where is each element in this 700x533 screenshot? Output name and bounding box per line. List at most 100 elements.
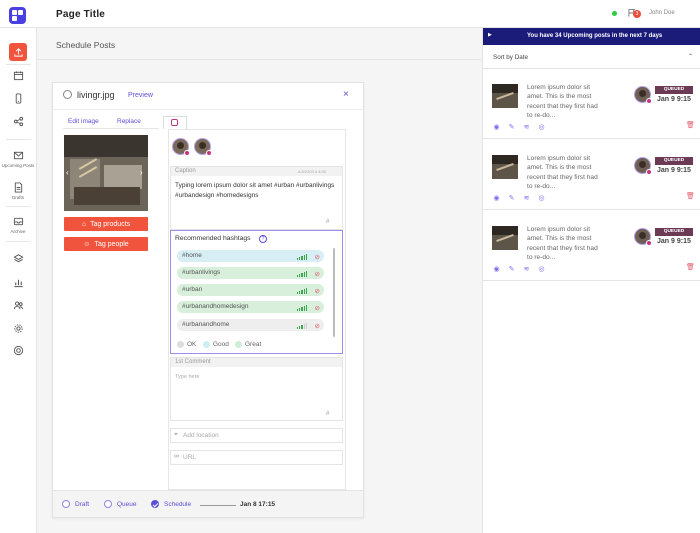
sidebar-label-drafts: Drafts <box>11 195 24 200</box>
account-avatar[interactable] <box>634 157 652 175</box>
sidebar-item-upload[interactable] <box>9 43 27 61</box>
divider <box>483 280 700 281</box>
caption-textarea[interactable]: Typing lorem ipsum dolor sit amet #urban… <box>175 181 339 201</box>
trash-icon[interactable]: 🗑 <box>686 121 695 129</box>
url-placeholder: URL <box>183 454 197 461</box>
schedule-label[interactable]: Schedule <box>164 501 191 508</box>
hashtag-icon[interactable]: # <box>326 411 329 417</box>
status-badge: QUEUED <box>655 157 693 165</box>
edit-icon[interactable]: ✎ <box>507 193 516 202</box>
hashtag-item[interactable]: #home ⊘ <box>177 250 324 262</box>
schedule-date[interactable]: Jan 8 17:15 <box>240 501 275 508</box>
sidebar-item-analytics[interactable] <box>9 273 27 291</box>
instagram-icon <box>171 119 178 126</box>
hashtag-icon[interactable]: # <box>326 219 329 225</box>
hashtag-item[interactable]: #urbanandhomedesign ⊘ <box>177 301 324 313</box>
status-badge: QUEUED <box>655 86 693 94</box>
queue-label[interactable]: Queue <box>117 501 137 508</box>
settings-icon[interactable]: ◎ <box>537 193 546 202</box>
hashtag-item[interactable]: #urban ⊘ <box>177 284 324 296</box>
dislike-icon[interactable]: ⊘ <box>315 286 320 298</box>
sidebar-item-drafts[interactable] <box>9 178 27 196</box>
queue-radio[interactable] <box>104 500 112 508</box>
sidebar-label-upcoming-posts: Upcoming Posts <box>1 163 35 168</box>
users-icon <box>13 301 23 309</box>
section-title: Schedule Posts <box>56 40 116 50</box>
prev-image-arrow[interactable]: ‹ <box>66 168 69 177</box>
tag-products-label: Tag products <box>90 220 131 228</box>
caption-counter: A 8/2200 # 4/30 <box>298 169 327 174</box>
hashtag-text: #urbanlivings <box>182 269 221 276</box>
sidebar-item-settings[interactable] <box>9 319 27 337</box>
account-avatar[interactable] <box>634 228 652 246</box>
dislike-icon[interactable]: ⊘ <box>315 269 320 281</box>
dislike-icon[interactable]: ⊘ <box>315 252 320 264</box>
tag-products-button[interactable]: ⌂ Tag products <box>64 217 148 231</box>
divider <box>53 109 363 110</box>
first-comment-input[interactable]: Type here <box>175 374 199 380</box>
settings-icon[interactable]: ◎ <box>537 122 546 131</box>
legend-great: Great <box>245 341 262 348</box>
legend-dot-great <box>235 341 242 348</box>
preview-link[interactable]: Preview <box>128 92 153 99</box>
edit-icon[interactable]: ✎ <box>507 264 516 273</box>
sidebar-item-mobile[interactable] <box>9 89 27 107</box>
notification-badge[interactable]: 3 <box>633 10 641 18</box>
dislike-icon[interactable]: ⊘ <box>315 303 320 315</box>
hashtag-strength-bars <box>297 287 308 294</box>
replace-link[interactable]: Replace <box>117 118 141 125</box>
dislike-icon[interactable]: ⊘ <box>315 321 320 333</box>
close-icon[interactable]: × <box>343 89 349 100</box>
legend-good: Good <box>213 341 229 348</box>
layers-icon[interactable]: ≋ <box>522 264 531 273</box>
upcoming-banner-text: You have 34 Upcoming posts in the next 7… <box>527 33 663 39</box>
layers-icon[interactable]: ≋ <box>522 122 531 131</box>
edit-image-link[interactable]: Edit image <box>68 118 99 125</box>
chevron-up-icon[interactable]: ⌃ <box>688 53 693 60</box>
schedule-radio[interactable] <box>151 500 159 508</box>
account-avatar[interactable] <box>194 138 212 156</box>
share-icon <box>13 116 23 126</box>
tag-people-label: Tag people <box>94 240 129 248</box>
tag-people-button[interactable]: ☺ Tag people <box>64 237 148 251</box>
link-icon: ∞ <box>174 453 179 460</box>
account-avatar[interactable] <box>634 86 652 104</box>
divider <box>483 68 700 69</box>
layers-icon[interactable]: ≋ <box>522 193 531 202</box>
sidebar-item-calendar[interactable] <box>9 66 27 84</box>
next-image-arrow[interactable]: › <box>140 168 143 177</box>
expand-arrow-icon[interactable]: ▶ <box>488 32 492 38</box>
hashtag-text: #urbanandhomedesign <box>182 303 249 310</box>
edit-icon[interactable]: ✎ <box>507 122 516 131</box>
hashtag-item[interactable]: #urbanlivings ⊘ <box>177 267 324 279</box>
hashtag-item[interactable]: #urbanandhome ⊘ <box>177 319 324 331</box>
sidebar-item-users[interactable] <box>9 296 27 314</box>
gear-icon <box>13 323 23 333</box>
settings-icon[interactable]: ◎ <box>537 264 546 273</box>
sidebar-item-share[interactable] <box>9 112 27 130</box>
help-icon[interactable]: ? <box>259 235 267 243</box>
eye-icon[interactable]: ◉ <box>492 193 501 202</box>
eye-icon[interactable]: ◉ <box>492 122 501 131</box>
sort-dropdown[interactable]: Sort by Date <box>493 54 528 61</box>
post-actions: ◉ ✎ ≋ ◎ <box>492 122 546 131</box>
draft-label[interactable]: Draft <box>75 501 89 508</box>
draft-radio[interactable] <box>62 500 70 508</box>
trash-icon[interactable]: 🗑 <box>686 192 695 200</box>
eye-icon[interactable]: ◉ <box>492 264 501 273</box>
post-text: Lorem ipsum dolor sit amet. This is the … <box>527 226 598 261</box>
post-image <box>64 135 148 211</box>
hashtag-strength-bars <box>297 322 308 329</box>
hashtag-text: #home <box>182 252 202 259</box>
sidebar-item-upcoming-posts[interactable] <box>9 146 27 164</box>
sidebar-item-archive[interactable] <box>9 212 27 230</box>
hashtag-strength-bars <box>297 253 308 260</box>
trash-icon[interactable]: 🗑 <box>686 263 695 271</box>
hashtag-scrollbar[interactable] <box>333 248 335 337</box>
account-avatar[interactable] <box>172 138 190 156</box>
sidebar-item-help[interactable] <box>9 341 27 359</box>
user-name[interactable]: John Doe <box>649 10 675 16</box>
post-text: Lorem ipsum dolor sit amet. This is the … <box>527 155 598 190</box>
sidebar-item-layers[interactable] <box>9 249 27 267</box>
app-logo[interactable] <box>9 7 26 24</box>
